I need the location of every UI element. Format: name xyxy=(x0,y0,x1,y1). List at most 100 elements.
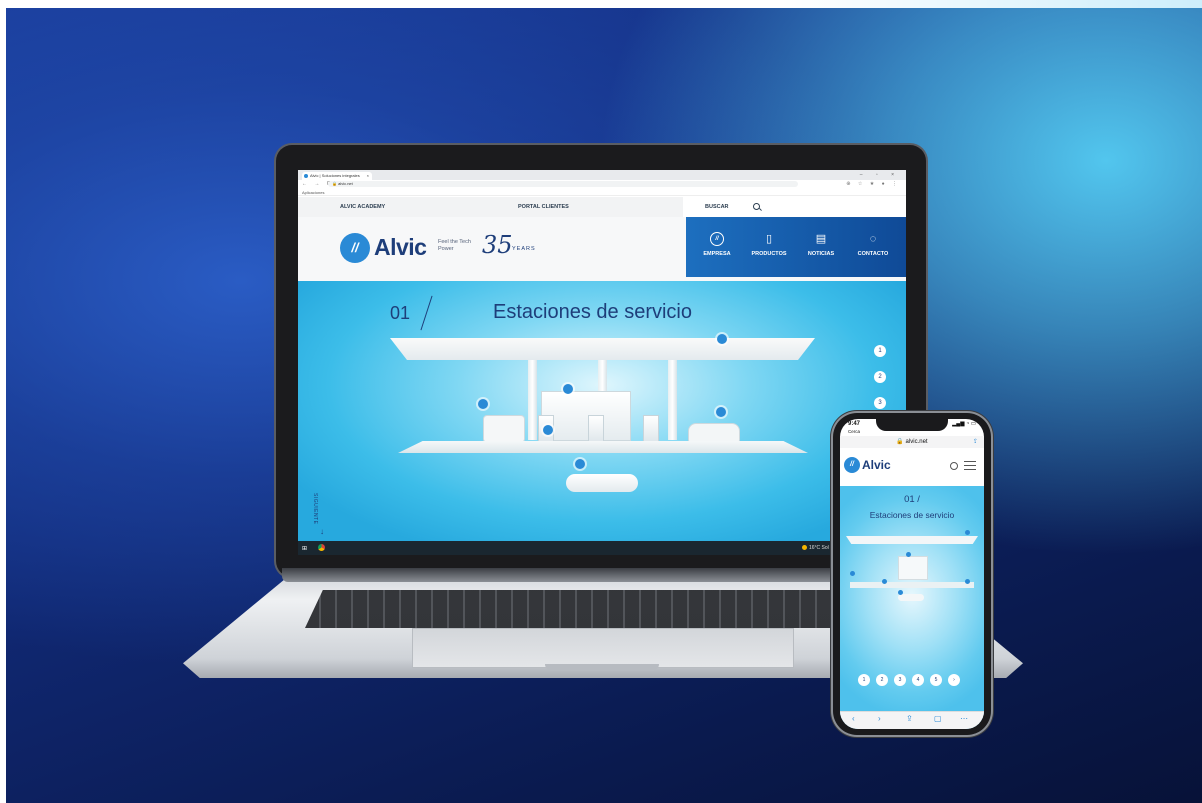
station-canopy xyxy=(390,338,815,360)
laptop-trackpad xyxy=(412,628,794,668)
laptop-hinge xyxy=(282,568,920,582)
window-controls[interactable]: – ▫ × xyxy=(860,170,900,180)
station-car xyxy=(688,423,740,443)
hotspot-canopy[interactable] xyxy=(717,334,727,344)
laptop-keyboard xyxy=(305,590,900,628)
phone-url-bar[interactable]: 🔒 alvic.net xyxy=(840,436,984,448)
fuel-pump xyxy=(643,415,659,443)
hotspot-pump[interactable] xyxy=(882,579,887,584)
hotspot-vehicle[interactable] xyxy=(716,407,726,417)
nav-noticias[interactable]: ▤ NOTICIAS xyxy=(796,217,846,277)
phone-status-icons: ▂▄▆ ◔ ▭ xyxy=(952,421,976,427)
portal-clientes-link[interactable]: PORTAL CLIENTES xyxy=(518,197,569,217)
weather-text: 16°C Sol xyxy=(809,545,829,551)
phone-notch xyxy=(876,419,948,431)
hero-section: 01 Estaciones de servicio 1 2 3 SIGUIENT… xyxy=(298,281,906,541)
search-icon[interactable] xyxy=(950,462,958,470)
frame-edge-highlight xyxy=(782,0,1202,8)
hotspot-canopy[interactable] xyxy=(965,530,970,535)
safari-toolbar: ‹ › ⇪ ▢ ⋯ xyxy=(840,711,984,729)
share-icon[interactable]: ⇪ xyxy=(973,436,978,448)
back-icon[interactable]: ‹ xyxy=(852,714,855,723)
browser-tab[interactable]: Alvic | Soluciones integrales × xyxy=(302,172,372,180)
hotspot-car-wash[interactable] xyxy=(850,571,855,576)
alvic-logo-icon[interactable]: // xyxy=(844,457,860,473)
browser-tabbar: Alvic | Soluciones integrales × – ▫ × xyxy=(298,170,906,180)
nav-productos[interactable]: ▯ PRODUCTOS xyxy=(742,217,796,277)
phone-site-header: // Alvic xyxy=(840,448,984,487)
phone-time: 9:47 xyxy=(848,421,861,427)
hotspot-vehicle[interactable] xyxy=(965,579,970,584)
bookmarks-bar[interactable]: Aplicaciones xyxy=(298,189,906,196)
hotspot-car-wash[interactable] xyxy=(478,399,488,409)
laptop-screen: Alvic | Soluciones integrales × – ▫ × ← … xyxy=(298,170,906,555)
nav-contacto[interactable]: ◌ CONTACTO xyxy=(846,217,900,277)
forward-icon[interactable]: › xyxy=(878,714,881,723)
nav-label: CONTACTO xyxy=(857,251,889,257)
anniversary-years: YEARS xyxy=(512,246,536,252)
pager-dot-3[interactable]: 3 xyxy=(874,397,886,409)
nav-empresa[interactable]: // EMPRESA xyxy=(692,217,742,277)
close-tab-icon[interactable]: × xyxy=(367,172,369,180)
hotspot-tank[interactable] xyxy=(575,459,585,469)
pager-dot-5[interactable]: 5 xyxy=(930,674,942,686)
phone-carrier: Cerca xyxy=(848,429,861,434)
scroll-next-label[interactable]: SIGUIENTE xyxy=(312,493,318,524)
canopy-pillar xyxy=(528,360,537,440)
pager-dot-2[interactable]: 2 xyxy=(874,371,886,383)
more-icon[interactable]: ⋯ xyxy=(960,714,968,723)
extension-icons[interactable]: ⊕ ☆ ★ ● ⋮ xyxy=(846,181,900,187)
nav-label: NOTICIAS xyxy=(807,251,835,257)
alvic-logo-icon[interactable]: // xyxy=(340,233,370,263)
windows-start-icon[interactable]: ⊞ xyxy=(302,545,307,552)
share-icon[interactable]: ⇪ xyxy=(906,714,913,723)
hero-number: 01 xyxy=(390,303,411,323)
pager-dot-3[interactable]: 3 xyxy=(894,674,906,686)
url-input[interactable]: 🔒 alvic.net xyxy=(328,181,798,187)
station-ground xyxy=(398,441,808,453)
hotspot-booth[interactable] xyxy=(906,552,911,557)
nav-label: EMPRESA xyxy=(703,251,731,257)
pager-dot-2[interactable]: 2 xyxy=(876,674,888,686)
tabs-icon[interactable]: ▢ xyxy=(934,714,942,723)
alvic-logo-text[interactable]: Alvic xyxy=(374,234,427,261)
hero-number: 01 / xyxy=(904,494,920,505)
pager-dot-1[interactable]: 1 xyxy=(858,674,870,686)
phone-screen: 9:47 Cerca ▂▄▆ ◔ ▭ 🔒 alvic.net ⇪ // Alvi… xyxy=(840,419,984,729)
chrome-icon[interactable] xyxy=(318,544,325,551)
canopy-pillar xyxy=(668,360,677,440)
weather-widget[interactable]: 16°C Sol xyxy=(802,544,829,552)
alvic-mark-icon: // xyxy=(710,232,724,246)
hamburger-menu-icon[interactable] xyxy=(964,461,976,470)
favicon-icon xyxy=(304,174,308,178)
arrow-down-icon[interactable]: ↓ xyxy=(320,527,324,536)
anniversary-number: 35 xyxy=(482,231,513,259)
station-canopy xyxy=(846,536,978,544)
pager-dot-1[interactable]: 1 xyxy=(874,345,886,357)
alvic-academy-link[interactable]: ALVIC ACADEMY xyxy=(340,197,385,217)
cabinet-icon: ▯ xyxy=(765,233,773,245)
hotspot-tank[interactable] xyxy=(898,590,903,595)
sun-icon xyxy=(802,545,807,551)
frame-edge-left xyxy=(0,0,6,803)
hero-title: Estaciones de servicio xyxy=(493,301,692,323)
station-booth xyxy=(898,556,928,580)
hotspot-booth[interactable] xyxy=(563,384,573,394)
station-van xyxy=(483,415,525,443)
search-area: BUSCAR xyxy=(683,197,906,217)
hero-title: Estaciones de servicio xyxy=(869,510,955,520)
pager-next[interactable]: › xyxy=(948,674,960,686)
laptop-base-notch xyxy=(545,664,659,671)
news-icon: ▤ xyxy=(815,233,827,245)
fuel-pump xyxy=(588,415,604,443)
tab-title: Alvic | Soluciones integrales xyxy=(310,173,360,178)
search-link[interactable]: BUSCAR xyxy=(705,197,729,217)
nav-label: PRODUCTOS xyxy=(751,251,787,257)
search-icon[interactable] xyxy=(753,203,760,210)
phone-hero: 01 / Estaciones de servicio 1 2 3 4 5 › xyxy=(840,486,984,729)
alvic-logo-text[interactable]: Alvic xyxy=(862,458,891,472)
underground-tank xyxy=(566,474,638,492)
pager-dot-4[interactable]: 4 xyxy=(912,674,924,686)
windows-taskbar: ⊞ 16°C Sol xyxy=(298,541,906,555)
hotspot-pump[interactable] xyxy=(543,425,553,435)
